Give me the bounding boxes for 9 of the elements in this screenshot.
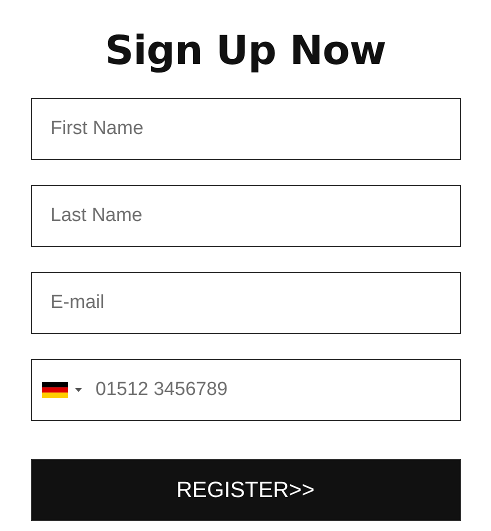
text-field[interactable]: Last Name: [30, 185, 460, 247]
phone-number-input[interactable]: 01512 3456789: [96, 370, 460, 410]
flag-icon[interactable]: [42, 382, 68, 398]
text-field[interactable]: First Name: [30, 98, 460, 160]
form-title: Sign Up Now: [104, 27, 386, 75]
register-button[interactable]: REGISTER>>: [30, 459, 460, 521]
phone-field[interactable]: 01512 3456789: [30, 359, 460, 421]
caret-icon[interactable]: [74, 388, 82, 392]
text-field[interactable]: E-mail: [30, 272, 460, 334]
